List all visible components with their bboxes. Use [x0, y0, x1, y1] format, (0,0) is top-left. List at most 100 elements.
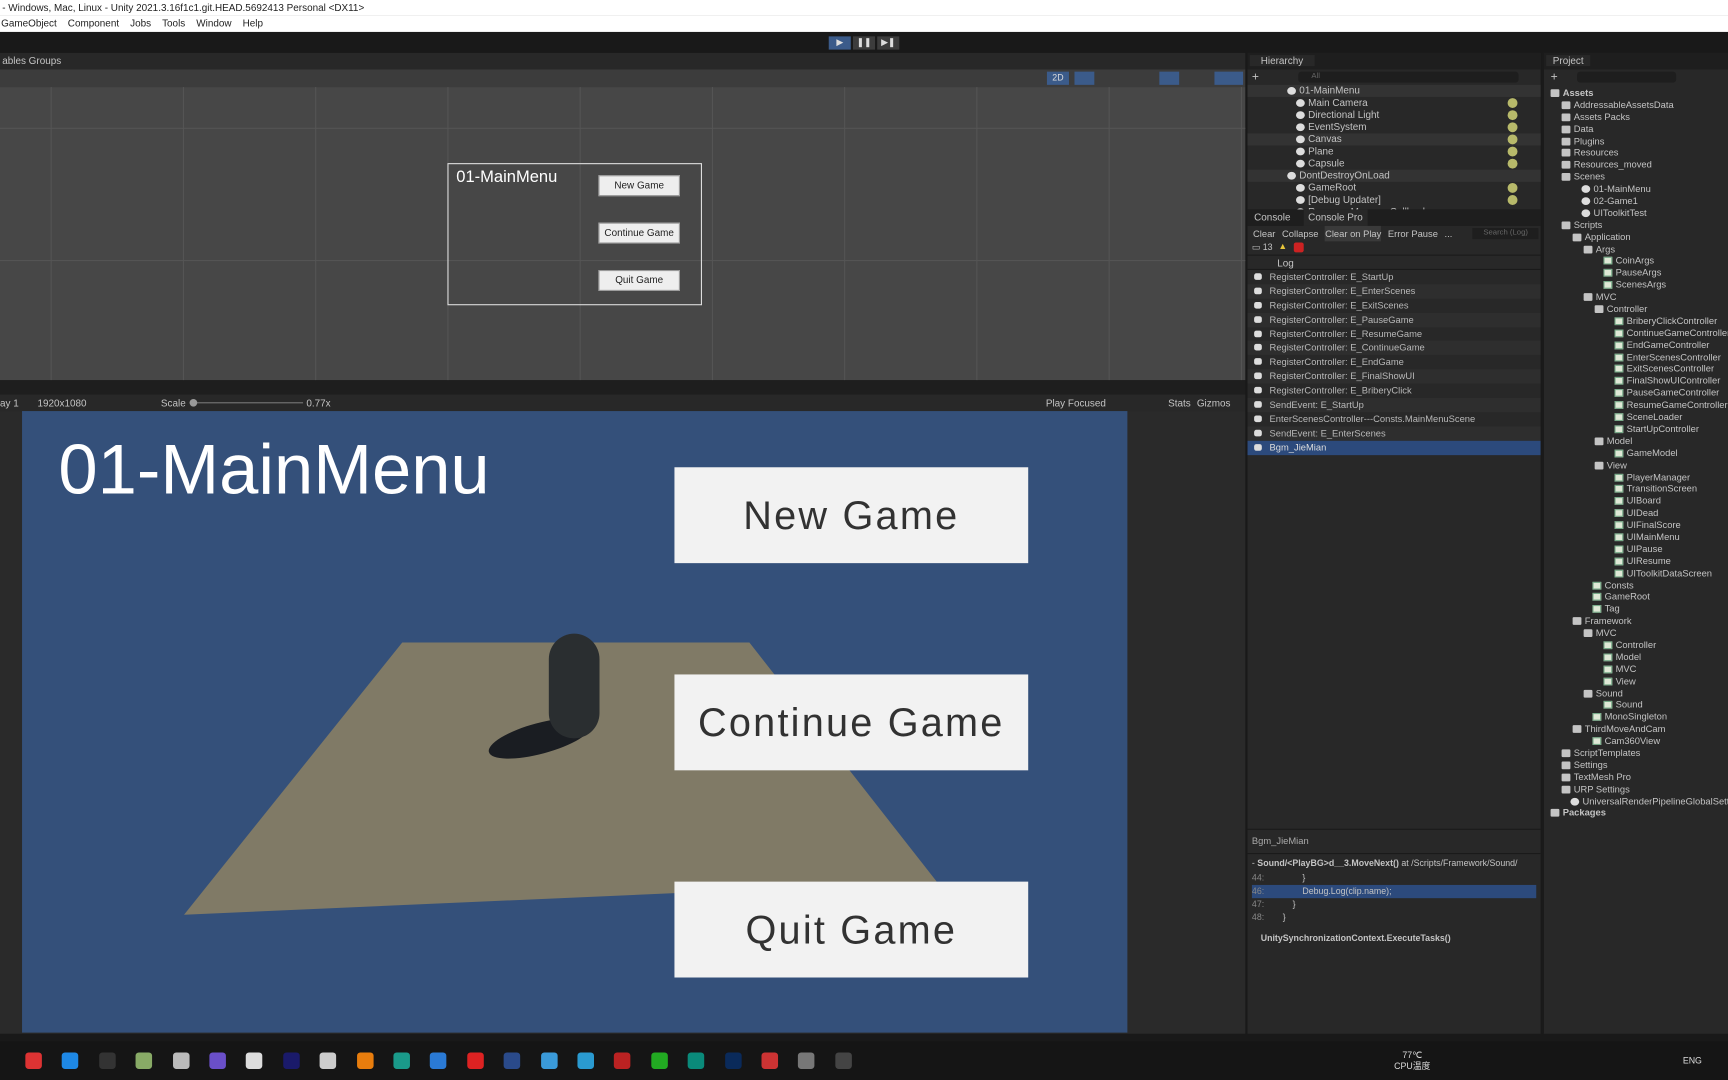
app-green-icon[interactable] — [687, 1052, 705, 1069]
project-item[interactable]: Controller — [1544, 639, 1728, 651]
visibility-icon[interactable] — [1507, 110, 1518, 121]
visibility-icon[interactable] — [1507, 158, 1518, 169]
play-mode-dropdown[interactable]: Play Focused — [1046, 398, 1106, 409]
toggle-2d-button[interactable]: 2D — [1046, 71, 1069, 85]
visibility-icon[interactable] — [1507, 122, 1518, 133]
warning-icon[interactable]: ▲ — [1278, 241, 1287, 251]
project-item[interactable]: ScenesArgs — [1544, 279, 1728, 291]
netease-music-icon[interactable] — [467, 1052, 484, 1069]
collapse-button[interactable]: Collapse — [1282, 226, 1318, 241]
visibility-icon[interactable] — [1507, 182, 1518, 193]
project-item[interactable]: SceneLoader — [1544, 411, 1728, 423]
project-item[interactable]: Framework — [1544, 615, 1728, 627]
menu-jobs[interactable]: Jobs — [130, 15, 151, 32]
continue-game-button[interactable]: Continue Game — [674, 674, 1029, 771]
project-item[interactable]: UniversalRenderPipelineGlobalSettings — [1544, 795, 1728, 807]
project-item[interactable]: Args — [1544, 243, 1728, 255]
error-icon[interactable] — [1293, 242, 1304, 253]
display-dropdown[interactable]: ay 1 — [0, 398, 19, 409]
menu-window[interactable]: Window — [196, 15, 231, 32]
project-item[interactable]: UIToolkitDataScreen — [1544, 567, 1728, 579]
resolution-dropdown[interactable]: 1920x1080 — [37, 398, 154, 409]
visibility-icon[interactable] — [1507, 134, 1518, 145]
project-item[interactable]: 02-Game1 — [1544, 195, 1728, 207]
project-item[interactable]: Resources_moved — [1544, 159, 1728, 171]
unity-icon[interactable] — [798, 1052, 815, 1069]
blender-icon[interactable] — [356, 1052, 374, 1069]
project-item[interactable]: Assets Packs — [1544, 111, 1728, 123]
hierarchy-search[interactable]: All — [1298, 71, 1519, 83]
project-item[interactable]: Consts — [1544, 579, 1728, 591]
log-entry[interactable]: RegisterController: E_EndGame — [1248, 355, 1541, 369]
game-view[interactable]: 01-MainMenu New Game Continue Game Quit … — [22, 411, 1128, 1033]
project-item[interactable]: Assets — [1544, 87, 1728, 99]
project-item[interactable]: Scenes — [1544, 171, 1728, 183]
more-button[interactable]: ... — [1445, 226, 1453, 241]
project-item[interactable]: AddressableAssetsData — [1544, 99, 1728, 111]
log-entry[interactable]: RegisterController: E_ResumeGame — [1248, 327, 1541, 341]
project-item[interactable]: EndGameController — [1544, 339, 1728, 351]
project-item[interactable]: GameRoot — [1544, 591, 1728, 603]
project-item[interactable]: Application — [1544, 231, 1728, 243]
project-item[interactable]: TransitionScreen — [1544, 483, 1728, 495]
hierarchy-item[interactable]: Capsule — [1248, 158, 1541, 170]
new-game-button[interactable]: New Game — [674, 467, 1029, 564]
error-pause-button[interactable]: Error Pause — [1388, 226, 1438, 241]
project-item[interactable]: UIToolkitTest — [1544, 207, 1728, 219]
project-item[interactable]: URP Settings — [1544, 783, 1728, 795]
log-entry[interactable]: RegisterController: E_EnterScenes — [1247, 284, 1541, 299]
project-item[interactable]: Scripts — [1544, 219, 1728, 231]
paint-icon[interactable] — [135, 1052, 153, 1069]
pause-button[interactable]: ❚❚ — [852, 36, 876, 50]
project-item[interactable]: Controller — [1544, 303, 1728, 315]
stats-button[interactable]: Stats — [1168, 398, 1191, 409]
wechat-icon[interactable] — [651, 1052, 668, 1069]
add-icon[interactable]: + — [1252, 71, 1259, 84]
tab-console[interactable]: Console — [1254, 209, 1290, 226]
log-entry[interactable]: SendEvent: E_EnterScenes — [1247, 426, 1541, 441]
stack-footer[interactable]: UnitySynchronizationContext.ExecuteTasks… — [1252, 933, 1536, 943]
tab-hierarchy[interactable]: Hierarchy — [1249, 55, 1315, 67]
language-indicator[interactable]: ENG — [1683, 1056, 1702, 1066]
edge-icon[interactable] — [577, 1052, 594, 1069]
log-entry[interactable]: EnterScenesController---Consts.MainMenuS… — [1248, 412, 1541, 426]
scale-slider-handle[interactable] — [189, 398, 198, 407]
project-item[interactable]: CoinArgs — [1544, 255, 1728, 267]
project-item[interactable]: MonoSingleton — [1544, 711, 1728, 723]
hierarchy-item[interactable]: Main Camera — [1248, 97, 1541, 109]
hierarchy-item[interactable]: 01-MainMenu — [1247, 84, 1541, 97]
visibility-icon[interactable] — [1507, 98, 1518, 108]
project-item[interactable]: PauseArgs — [1544, 267, 1728, 279]
project-item[interactable]: ContinueGameController — [1544, 327, 1728, 339]
project-item[interactable]: ScriptTemplates — [1544, 747, 1728, 759]
project-item[interactable]: UIDead — [1544, 507, 1728, 519]
log-entry[interactable]: RegisterController: E_BriberyClick — [1248, 384, 1541, 398]
quit-game-button[interactable]: Quit Game — [674, 881, 1029, 978]
console-search[interactable]: Search (Log) — [1472, 228, 1539, 240]
project-item[interactable]: UIBoard — [1544, 495, 1728, 507]
project-item[interactable]: FinalShowUIController — [1544, 375, 1728, 387]
project-item[interactable]: Cam360View — [1544, 735, 1728, 747]
project-item[interactable]: Plugins — [1544, 135, 1728, 147]
scene-continue-game-button[interactable]: Continue Game — [598, 222, 680, 244]
stack-method[interactable]: Sound/<PlayBG>d__3.MoveNext() — [1257, 858, 1399, 868]
qq-icon[interactable] — [98, 1052, 116, 1069]
photoshop-icon[interactable] — [724, 1052, 742, 1069]
project-search[interactable] — [1577, 71, 1677, 83]
project-item[interactable]: Data — [1544, 123, 1728, 135]
tab-project[interactable]: Project — [1546, 55, 1591, 67]
clear-button[interactable]: Clear — [1253, 226, 1275, 241]
arrow-app-icon[interactable] — [430, 1052, 447, 1069]
stack-location[interactable]: at /Scripts/Framework/Sound/ — [1399, 858, 1517, 868]
project-item[interactable]: Tag — [1544, 603, 1728, 615]
project-item[interactable]: PauseGameController — [1544, 387, 1728, 399]
project-item[interactable]: View — [1544, 459, 1728, 471]
log-entry[interactable]: RegisterController: E_FinalShowUI — [1247, 369, 1541, 384]
project-item[interactable]: MVC — [1544, 291, 1728, 303]
project-item[interactable]: Sound — [1544, 699, 1728, 711]
log-entry[interactable]: SendEvent: E_StartUp — [1247, 397, 1541, 413]
project-item[interactable]: Model — [1544, 435, 1728, 447]
add-icon[interactable]: + — [1551, 71, 1558, 84]
project-item[interactable]: ExitScenesController — [1544, 363, 1728, 375]
hierarchy-item[interactable]: DontDestroyOnLoad — [1247, 169, 1541, 182]
